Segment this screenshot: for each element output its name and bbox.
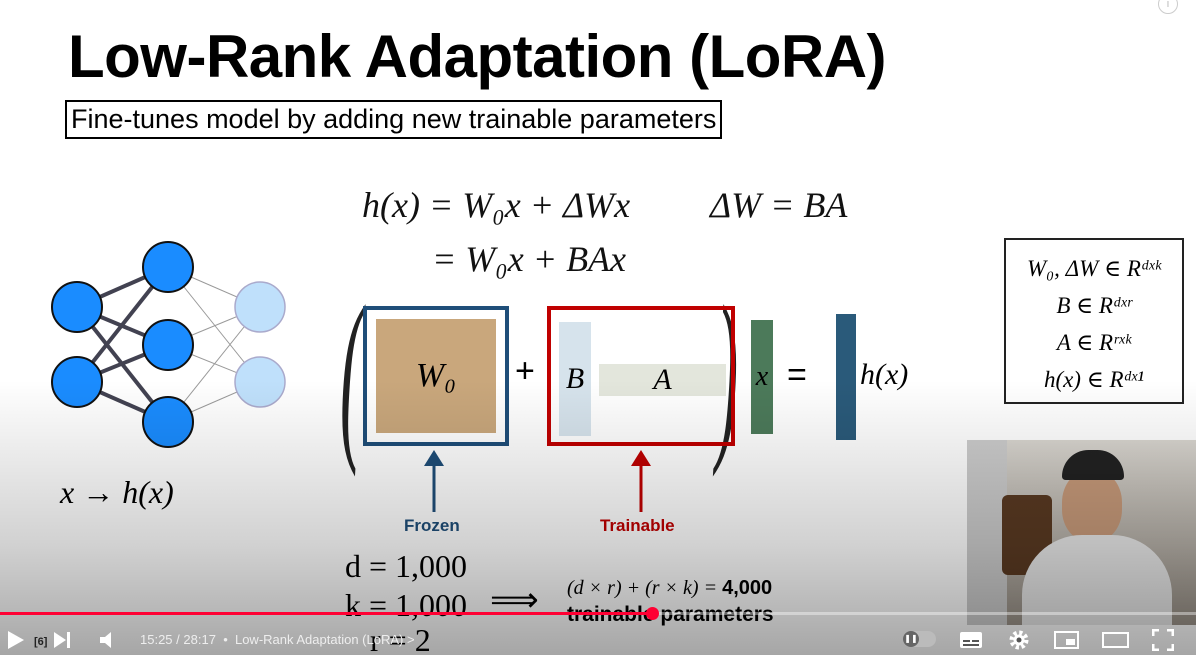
d-equation: d = 1,000 [345,548,468,584]
info-icon[interactable]: i [1158,0,1178,14]
fullscreen-icon[interactable] [1152,629,1174,651]
trainable-arrow-icon [631,450,651,512]
equation-bax: = W₀x + BAx [432,239,627,279]
count-formula: (d × r) + (r × k) = [567,577,723,599]
plus-sign: + [515,352,535,390]
frozen-arrow-icon [424,450,444,512]
current-time: 15:25 [140,632,173,647]
chapter-chevron-icon[interactable]: > [407,632,415,647]
duration: 28:17 [183,632,216,647]
dim-a: A ∈ Rʳˣᵏ [1056,330,1132,355]
output-node [234,356,286,408]
a-matrix: A [599,363,726,396]
miniplayer-icon[interactable] [1054,630,1080,650]
h-vector [836,314,856,440]
w0-label: W₀ [415,357,457,394]
slide-subtitle: Fine-tunes model by adding new trainable… [65,100,723,139]
neural-network-diagram [51,241,286,448]
playlist-badge: [6] [34,636,48,648]
play-icon[interactable] [6,629,26,651]
chapter-title[interactable]: Low-Rank Adaptation (LoRA) [235,632,403,647]
param-count: (d × r) + (r × k) = 4,000 [567,577,772,600]
frozen-label: Frozen [404,516,460,535]
progress-played [0,612,652,615]
frozen-box: W₀ [363,306,509,446]
w0-matrix: W₀ [376,319,496,433]
settings-gear-icon[interactable] [1008,629,1030,651]
hidden-node [142,241,194,293]
count-caption: trainable parameters [567,603,774,626]
equals-sign: = [787,356,807,394]
dim-b: B ∈ Rᵈˣʳ [1056,293,1132,318]
subtitles-icon[interactable] [959,630,983,650]
equation-h: h(x) = W₀x + ΔWx [362,185,631,225]
dimensions-box: W₀, ΔW ∈ Rᵈˣᵏ B ∈ Rᵈˣʳ A ∈ Rʳˣᵏ h(x) ∈ R… [1004,238,1184,404]
b-matrix: B [559,322,591,436]
nn-caption: x → h(x) [60,474,174,510]
trainable-label: Trainable [600,516,675,535]
k-equation: k = 1,000 [345,587,468,623]
x-vector: x [751,320,773,434]
next-icon[interactable] [52,630,72,650]
left-paren: ( [340,268,363,478]
input-node [51,281,103,333]
x-label: x [755,361,769,392]
presenter-webcam [967,440,1196,625]
slide-title: Low-Rank Adaptation (LoRA) [68,23,887,90]
hx-label: h(x) [860,358,909,391]
theater-mode-icon[interactable] [1102,630,1130,650]
volume-icon[interactable] [98,630,120,650]
dim-h: h(x) ∈ Rᵈˣ¹ [1043,367,1145,392]
autoplay-toggle[interactable]: ❚❚ [903,631,936,647]
dim-w0: W₀, ΔW ∈ Rᵈˣᵏ [1027,256,1161,281]
input-node [51,356,103,408]
scrubber-handle[interactable] [645,607,659,620]
equation-delta-w: ΔW = BA [710,185,848,225]
output-node [234,281,286,333]
b-label: B [565,362,585,395]
hidden-node [142,319,194,371]
time-display: 15:25 / 28:17 • Low-Rank Adaptation (LoR… [140,632,415,647]
trainable-box: B A [547,306,735,446]
count-value: 4,000 [722,577,773,599]
hidden-node [142,396,194,448]
a-label: A [653,363,672,396]
